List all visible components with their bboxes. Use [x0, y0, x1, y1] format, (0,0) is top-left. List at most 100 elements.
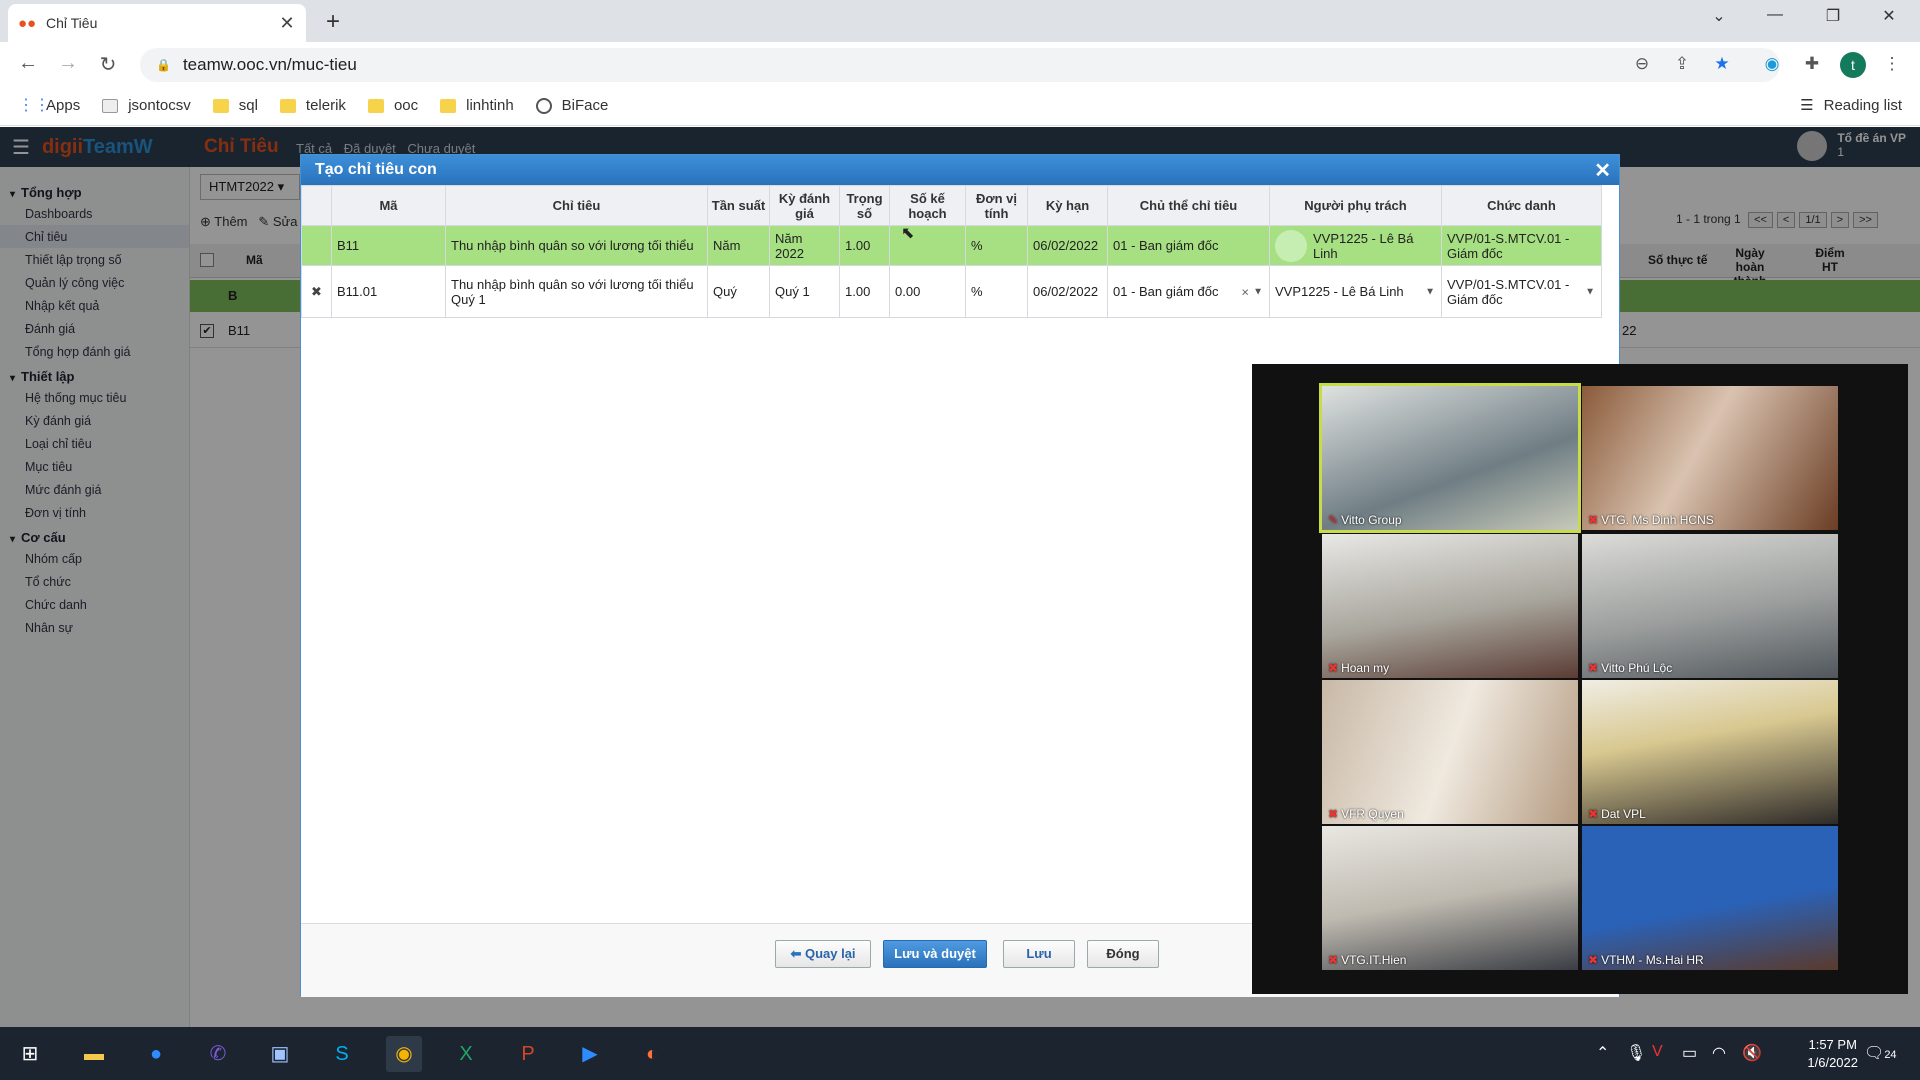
save-button[interactable]: Lưu	[1003, 940, 1075, 968]
cell-target: Thu nhập bình quân so với lương tối thiể…	[445, 225, 708, 266]
cell-frequency: Năm	[707, 225, 770, 266]
muted-mic-icon: ✖	[1588, 661, 1599, 675]
cell-period: Năm 2022	[769, 225, 840, 266]
video-tile[interactable]: ✖ VTG. Ms Dinh HCNS	[1582, 386, 1838, 530]
notifications-icon[interactable]: 🗨24	[1864, 1043, 1897, 1063]
cell-weight: 1.00	[839, 225, 890, 266]
extension-icon[interactable]: ◉	[1760, 54, 1784, 78]
bookmarks-bar: ⋮⋮ Apps jsontocsv sql telerik ooc linhtin…	[0, 86, 1920, 126]
pin-icon: ✎	[1328, 513, 1339, 527]
bookmark-biface[interactable]: BiFace	[535, 97, 608, 114]
video-tile[interactable]: ✖ Dat VPL	[1582, 680, 1838, 824]
child-target-row[interactable]: ✖ B11.01 Thu nhập bình quân so với lương…	[301, 265, 1602, 318]
share-icon[interactable]: ⇪	[1670, 54, 1694, 78]
clock-time: 1:57 PM	[1808, 1037, 1857, 1052]
code-input[interactable]: B11.01	[331, 265, 446, 318]
due-date-input[interactable]: 06/02/2022	[1027, 265, 1108, 318]
video-tile[interactable]: ✎ Vitto Group	[1319, 383, 1581, 533]
reading-list-button[interactable]: ☰ Reading list	[1800, 96, 1902, 115]
period-select[interactable]: Quý 1	[769, 265, 840, 318]
dropdown-arrow-icon[interactable]: ▼	[1253, 286, 1263, 297]
tab-search-icon[interactable]: ⌄	[1696, 6, 1742, 26]
video-tile[interactable]: ✖ VFR Quyen	[1322, 680, 1578, 824]
file-explorer-icon[interactable]: ▬	[76, 1036, 112, 1072]
cell-owner: 01 - Ban giám đốc	[1107, 225, 1270, 266]
delete-row-icon[interactable]: ✖	[301, 265, 332, 318]
close-button[interactable]: Đóng	[1087, 940, 1159, 968]
col-code: Mã	[331, 185, 446, 226]
clear-icon[interactable]: ×	[1241, 284, 1249, 299]
excel-icon[interactable]: X	[448, 1036, 484, 1072]
volume-muted-icon[interactable]: 🔇	[1742, 1043, 1762, 1063]
muted-mic-icon: ✖	[1328, 661, 1339, 675]
save-approve-button[interactable]: Lưu và duyệt	[883, 940, 987, 968]
puzzle-icon[interactable]: ✚	[1800, 54, 1824, 78]
tray-chevron-icon[interactable]: ⌃	[1596, 1043, 1609, 1063]
plan-input[interactable]: 0.00	[889, 265, 966, 318]
chrome-icon[interactable]: ◉	[386, 1036, 422, 1072]
zoom-app-icon[interactable]: ▶	[572, 1036, 608, 1072]
parent-target-row[interactable]: B11 Thu nhập bình quân so với lương tối …	[301, 225, 1602, 266]
folder-icon	[367, 98, 384, 113]
dropdown-arrow-icon[interactable]: ▼	[1425, 286, 1435, 297]
bookmark-sql[interactable]: sql	[212, 97, 258, 114]
forward-icon[interactable]: →	[54, 52, 82, 75]
close-window-button[interactable]: ✕	[1866, 6, 1912, 26]
sub-target-grid: Mã Chỉ tiêu Tần suất Kỳ đánh giá Trọng s…	[301, 185, 1602, 318]
video-tile[interactable]: ✖ Vitto Phú Lộc	[1582, 534, 1838, 678]
col-period: Kỳ đánh giá	[769, 185, 840, 226]
col-unit: Đơn vị tính	[965, 185, 1028, 226]
wifi-icon[interactable]: ◠	[1712, 1043, 1726, 1063]
omnibox[interactable]: 🔒 teamw.ooc.vn/muc-tieu	[140, 48, 1780, 82]
video-tile[interactable]: ✖ VTHM - Ms.Hai HR	[1582, 826, 1838, 970]
target-name-input[interactable]: Thu nhập bình quân so với lương tối thiể…	[445, 265, 708, 318]
frequency-select[interactable]: Quý	[707, 265, 770, 318]
bookmark-jsontocsv[interactable]: jsontocsv	[102, 97, 191, 114]
zalo-icon[interactable]: ●	[138, 1036, 174, 1072]
owner-select[interactable]: 01 - Ban giám đốc × ▼	[1107, 265, 1270, 318]
powerpoint-icon[interactable]: P	[510, 1036, 546, 1072]
clock[interactable]: 1:57 PM 1/6/2022	[1807, 1036, 1858, 1072]
tab-title: Chỉ Tiêu	[46, 15, 98, 31]
bookmark-ooc[interactable]: ooc	[367, 97, 418, 114]
grid-header: Mã Chỉ tiêu Tần suất Kỳ đánh giá Trọng s…	[301, 185, 1602, 226]
menu-kebab-icon[interactable]: ⋮	[1880, 54, 1904, 78]
col-due: Kỳ hạn	[1027, 185, 1108, 226]
window-app-icon[interactable]: ▣	[262, 1036, 298, 1072]
close-icon[interactable]: ✕	[1594, 158, 1611, 183]
start-windows-icon[interactable]: ⊞	[12, 1036, 48, 1072]
microphone-icon[interactable]: 🎙	[1626, 1043, 1646, 1063]
minimize-button[interactable]: —	[1752, 6, 1798, 24]
browser-tab[interactable]: ●● Chỉ Tiêu ✕	[8, 4, 306, 42]
unit-select[interactable]: %	[965, 265, 1028, 318]
person-select[interactable]: VVP1225 - Lê Bá Linh ▼	[1269, 265, 1442, 318]
firefox-icon[interactable]: ◐	[634, 1036, 670, 1072]
col-plan: Số kế hoạch	[889, 185, 966, 226]
back-icon[interactable]: ←	[14, 52, 42, 75]
apps-grid-icon: ⋮⋮	[18, 96, 50, 114]
reload-icon[interactable]: ↻	[94, 52, 122, 77]
tab-close-icon[interactable]: ✕	[278, 13, 296, 34]
viber-icon[interactable]: ✆	[200, 1036, 236, 1072]
profile-avatar[interactable]: t	[1840, 52, 1866, 78]
maximize-button[interactable]: ❐	[1810, 6, 1856, 26]
muted-mic-icon: ✖	[1588, 513, 1599, 527]
battery-icon[interactable]: ▭	[1682, 1043, 1697, 1063]
video-tile[interactable]: ✖ VTG.IT.Hien	[1322, 826, 1578, 970]
new-tab-button[interactable]: +	[318, 8, 348, 36]
dialog-title: Tạo chỉ tiêu con	[315, 161, 437, 178]
weight-input[interactable]: 1.00	[839, 265, 890, 318]
bookmark-star-icon[interactable]: ★	[1710, 54, 1734, 78]
skype-icon[interactable]: S	[324, 1036, 360, 1072]
back-button[interactable]: ⬅ Quay lại	[775, 940, 871, 968]
vivaldi-icon[interactable]: V	[1652, 1043, 1663, 1061]
bookmark-telerik[interactable]: telerik	[279, 97, 346, 114]
dropdown-arrow-icon[interactable]: ▼	[1585, 284, 1595, 299]
bookmark-apps[interactable]: ⋮⋮ Apps	[18, 97, 80, 114]
avatar	[1275, 229, 1307, 262]
zoom-icon[interactable]: ⊖	[1630, 54, 1654, 78]
bookmark-linhtinh[interactable]: linhtinh	[440, 97, 514, 114]
video-tile[interactable]: ✖ Hoan my	[1322, 534, 1578, 678]
globe-icon	[535, 97, 552, 114]
title-select[interactable]: VVP/01-S.MTCV.01 - Giám đốc ▼	[1441, 265, 1602, 318]
